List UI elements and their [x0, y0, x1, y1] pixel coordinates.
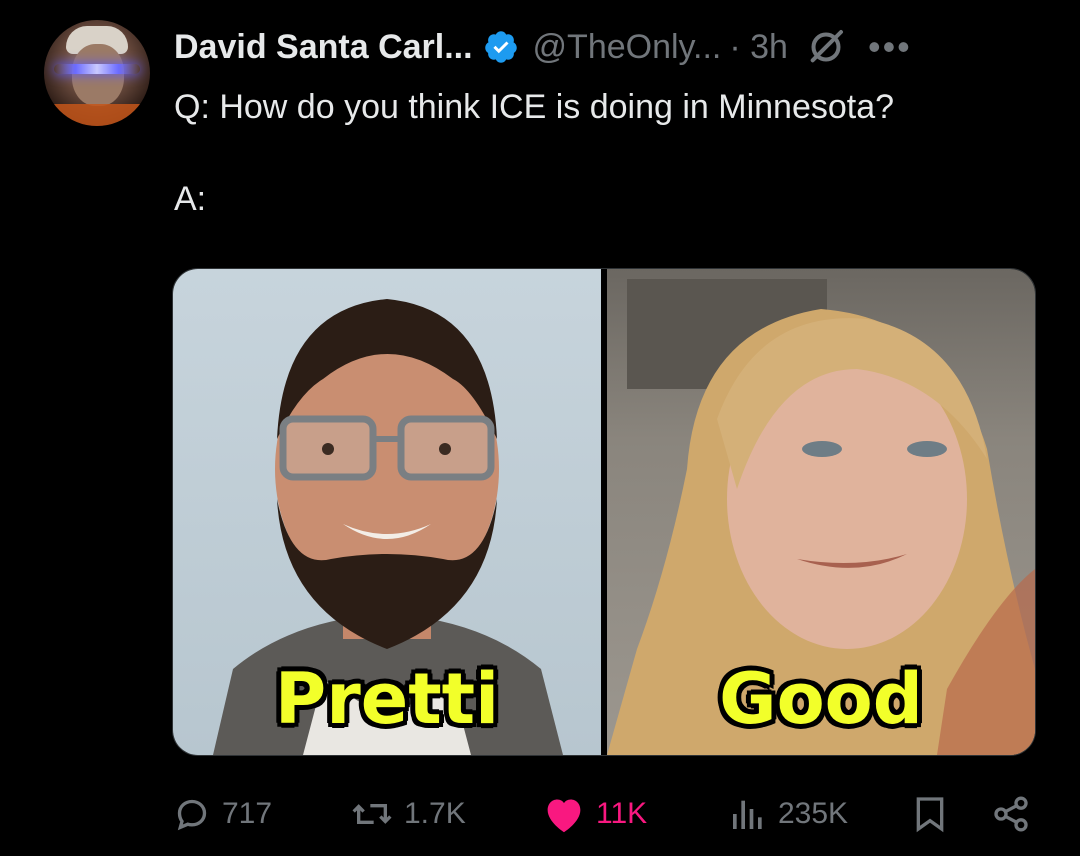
repost-icon: [352, 804, 392, 824]
tweet-header: David Santa Carl... @TheOnly... · 3h •••: [174, 22, 912, 72]
views-button[interactable]: 235K: [728, 784, 848, 844]
like-button[interactable]: 11K: [542, 784, 647, 844]
author-avatar[interactable]: [44, 20, 150, 126]
like-count: 11K: [596, 797, 648, 830]
tweet-media[interactable]: Pretti Good: [172, 268, 1036, 756]
reply-button[interactable]: 717: [172, 784, 272, 844]
repost-count: 1.7K: [404, 797, 466, 830]
repost-button[interactable]: 1.7K: [350, 784, 466, 844]
heart-icon: [547, 799, 581, 833]
tweet-timestamp[interactable]: · 3h: [729, 28, 788, 67]
avatar-face: [72, 44, 124, 106]
avatar-shirt: [44, 104, 150, 126]
avatar-laser-eyes: [54, 64, 140, 74]
verified-badge-icon: [484, 31, 517, 63]
share-button[interactable]: [990, 784, 1032, 844]
tweet-actions-bar: 717 1.7K 11K 235K: [172, 784, 1040, 844]
views-icon: [733, 800, 762, 829]
more-options-button[interactable]: •••: [868, 29, 912, 65]
media-right-panel: Good: [607, 269, 1035, 755]
views-count: 235K: [778, 797, 849, 830]
bookmark-icon: [916, 797, 944, 833]
author-name[interactable]: David Santa Carl...: [174, 28, 473, 67]
bookmark-button[interactable]: [910, 784, 950, 844]
share-icon: [994, 796, 1028, 832]
tweet-text: Q: How do you think ICE is doing in Minn…: [174, 88, 895, 218]
media-left-panel: Pretti: [173, 269, 601, 755]
left-caption: Pretti: [274, 658, 500, 740]
reply-count: 717: [222, 797, 273, 830]
right-caption: Good: [719, 658, 923, 740]
grok-icon[interactable]: [806, 27, 846, 67]
reply-icon: [177, 799, 207, 831]
author-handle[interactable]: @TheOnly...: [533, 28, 722, 67]
